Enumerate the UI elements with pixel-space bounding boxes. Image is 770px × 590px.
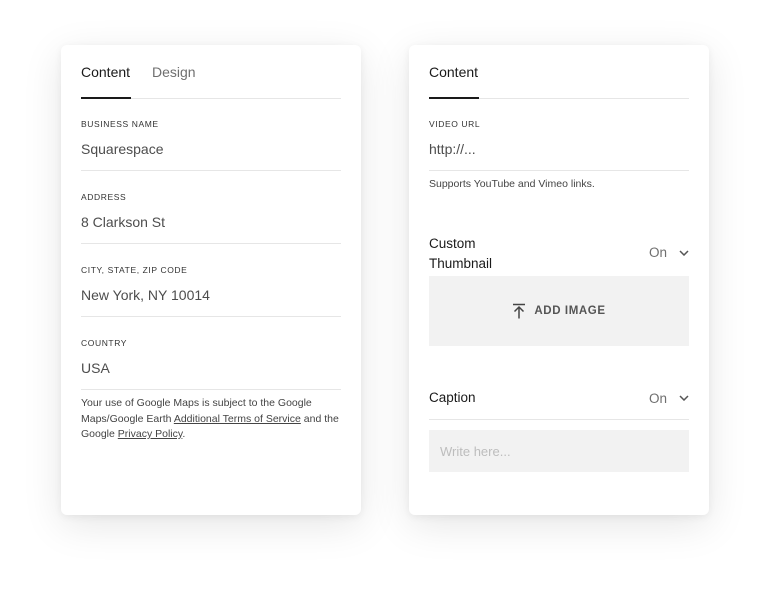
city-state-zip-label: CITY, STATE, ZIP CODE bbox=[81, 265, 188, 275]
country-field[interactable]: COUNTRY USA bbox=[81, 338, 341, 390]
address-label: ADDRESS bbox=[81, 192, 127, 202]
caption-toggle-value: On bbox=[648, 390, 667, 406]
tab-design[interactable]: Design bbox=[152, 64, 196, 80]
add-image-button[interactable]: ADD IMAGE bbox=[429, 276, 689, 346]
tab-bar: Content Design bbox=[81, 45, 341, 99]
video-url-label: VIDEO URL bbox=[429, 119, 481, 129]
city-state-zip-input[interactable]: New York, NY 10014 bbox=[81, 287, 210, 303]
divider bbox=[429, 419, 689, 420]
terms-of-service-link[interactable]: Additional Terms of Service bbox=[174, 413, 301, 425]
country-input[interactable]: USA bbox=[81, 360, 110, 376]
address-input[interactable]: 8 Clarkson St bbox=[81, 214, 165, 230]
custom-thumbnail-toggle-value: On bbox=[648, 245, 667, 260]
custom-thumbnail-label-line: Thumbnail bbox=[429, 256, 493, 271]
video-url-field[interactable]: VIDEO URL http://... bbox=[429, 119, 689, 171]
active-tab-indicator bbox=[81, 97, 131, 99]
custom-thumbnail-toggle[interactable]: On bbox=[649, 245, 689, 260]
google-maps-terms-note: Your use of Google Maps is subject to th… bbox=[81, 396, 341, 443]
caption-label: Caption bbox=[429, 390, 476, 405]
custom-thumbnail-label: Custom Thumbnail bbox=[429, 234, 492, 274]
business-name-label: BUSINESS NAME bbox=[81, 119, 159, 129]
tab-content[interactable]: Content bbox=[81, 64, 130, 80]
caption-input[interactable] bbox=[429, 430, 689, 472]
city-state-zip-field[interactable]: CITY, STATE, ZIP CODE New York, NY 10014 bbox=[81, 265, 341, 317]
video-url-hint: Supports YouTube and Vimeo links. bbox=[429, 178, 595, 190]
add-image-label: ADD IMAGE bbox=[534, 305, 606, 317]
caption-toggle[interactable]: On bbox=[649, 388, 689, 408]
country-label: COUNTRY bbox=[81, 338, 128, 348]
location-settings-panel: Content Design BUSINESS NAME Squarespace… bbox=[61, 45, 361, 515]
chevron-down-icon bbox=[679, 249, 689, 256]
business-name-input[interactable]: Squarespace bbox=[81, 141, 164, 157]
video-settings-panel: Content VIDEO URL http://... Supports Yo… bbox=[409, 45, 709, 515]
privacy-policy-link[interactable]: Privacy Policy bbox=[118, 428, 183, 440]
video-url-input[interactable]: http://... bbox=[429, 141, 476, 157]
upload-icon bbox=[513, 303, 526, 319]
address-field[interactable]: ADDRESS 8 Clarkson St bbox=[81, 192, 341, 244]
custom-thumbnail-label-line: Custom bbox=[429, 236, 476, 251]
note-text: . bbox=[182, 428, 186, 440]
tab-content[interactable]: Content bbox=[429, 64, 478, 80]
chevron-down-icon bbox=[679, 395, 689, 401]
tab-bar: Content bbox=[429, 45, 689, 99]
business-name-field[interactable]: BUSINESS NAME Squarespace bbox=[81, 119, 341, 171]
active-tab-indicator bbox=[429, 97, 479, 99]
